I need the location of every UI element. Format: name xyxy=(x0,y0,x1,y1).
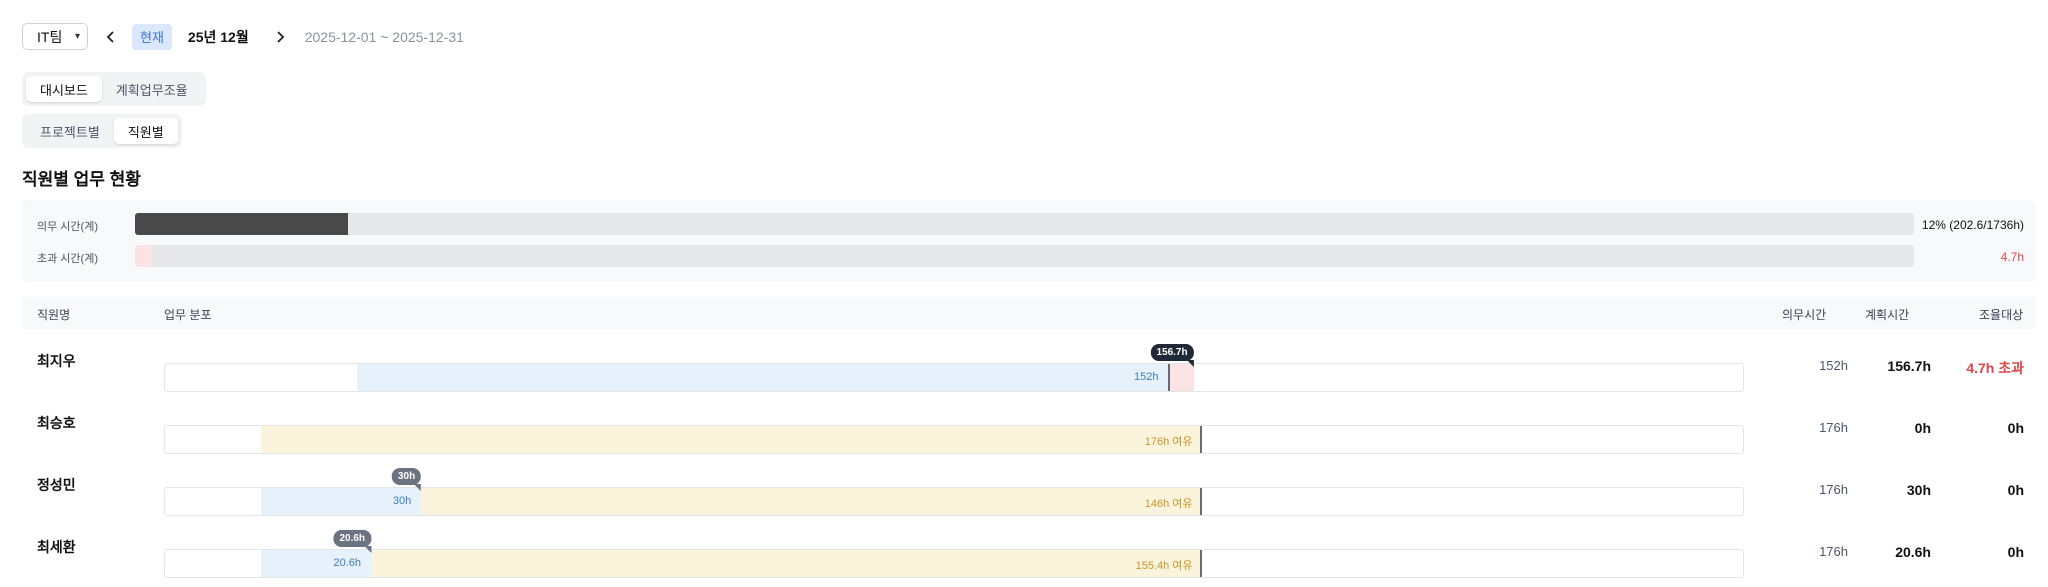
chevron-right-icon xyxy=(277,30,284,43)
workload-bar: 20.6h 155.4h 여유 20.6h xyxy=(164,530,1744,578)
primary-tabs: 대시보드 계획업무조율 xyxy=(22,72,206,106)
employee-name: 정성민 xyxy=(37,477,76,493)
adjust-target: 0h xyxy=(2007,544,2024,560)
workload-bar: 152h 156.7h xyxy=(164,344,1744,392)
adjust-target: 0h xyxy=(2007,482,2024,498)
planned-hours: 156.7h xyxy=(1887,358,1931,374)
duty-hours: 176h xyxy=(1819,544,1848,559)
duty-hours: 176h xyxy=(1819,420,1848,435)
table-header: 직원명 업무 분포 의무시간 계획시간 조율대상 xyxy=(22,297,2036,329)
duty-total-value: 12% (202.6/1736h) xyxy=(1921,218,2024,232)
slack-segment xyxy=(421,488,1201,515)
team-select-value: IT팀 xyxy=(37,28,63,45)
over-total-label: 초과 시간(계) xyxy=(37,253,98,265)
summary-panel: 의무 시간(계) 12% (202.6/1736h) 초과 시간(계) 4.7h xyxy=(22,200,2036,282)
table-row[interactable]: 최지우 152h 156.7h 152h 156.7h 4.7h 초과 xyxy=(22,338,2036,400)
chevron-down-icon: ▾ xyxy=(74,31,80,42)
planned-hours-bubble: 30h xyxy=(391,468,422,491)
planned-hours: 20.6h xyxy=(1895,544,1931,560)
header-distribution: 업무 분포 xyxy=(164,308,212,322)
date-range-label: 2025-12-01 ~ 2025-12-31 xyxy=(304,28,464,45)
tab-plan-adjust[interactable]: 계획업무조율 xyxy=(102,76,202,102)
duty-hours: 176h xyxy=(1819,482,1848,497)
employee-name: 최세환 xyxy=(37,539,76,555)
planned-hours-bubble: 156.7h xyxy=(1150,344,1194,367)
header-duty: 의무시간 xyxy=(1782,308,1827,322)
adjust-target: 0h xyxy=(2007,420,2024,436)
slack-segment xyxy=(371,550,1201,577)
header-plan: 계획시간 xyxy=(1865,308,1910,322)
slack-hours-label: 146h 여유 xyxy=(1144,498,1193,510)
planned-hours-label: 20.6h xyxy=(333,557,362,569)
duty-limit-marker xyxy=(1199,550,1202,577)
duty-hours: 152h xyxy=(1819,358,1848,373)
duty-total-fill xyxy=(135,213,349,235)
adjust-target: 4.7h 초과 xyxy=(1966,360,2024,376)
over-total-fill xyxy=(135,245,153,267)
today-button[interactable]: 현재 xyxy=(132,23,172,50)
planned-hours-label: 30h xyxy=(392,495,412,507)
duty-limit-marker xyxy=(1199,426,1202,453)
table-row[interactable]: 최세환 20.6h 155.4h 여유 20.6h 176h 20.6h 0h xyxy=(22,524,2036,586)
tab-by-employee[interactable]: 직원별 xyxy=(113,118,178,144)
prev-month-button[interactable] xyxy=(100,23,122,50)
workload-bar: 30h 146h 여유 30h xyxy=(164,468,1744,516)
table-row[interactable]: 최승호 176h 여유 176h 0h 0h xyxy=(22,400,2036,462)
employee-name: 최지우 xyxy=(37,353,76,369)
next-month-button[interactable] xyxy=(269,23,291,50)
duty-limit-marker xyxy=(1199,488,1202,515)
over-total-bar xyxy=(135,245,1914,267)
planned-hours: 30h xyxy=(1906,482,1931,498)
team-select[interactable]: IT팀 ▾ xyxy=(22,23,88,50)
planned-segment xyxy=(357,364,1169,391)
planned-hours-label: 152h xyxy=(1134,371,1159,383)
planned-hours: 0h xyxy=(1914,420,1931,436)
slack-segment xyxy=(261,426,1201,453)
secondary-tabs: 프로젝트별 직원별 xyxy=(22,114,182,148)
month-label: 25년 12월 xyxy=(187,28,249,45)
header-name: 직원명 xyxy=(37,308,71,322)
chevron-left-icon xyxy=(106,30,114,43)
tab-by-project[interactable]: 프로젝트별 xyxy=(26,118,114,144)
duty-limit-marker xyxy=(1167,364,1170,391)
overtime-segment xyxy=(1168,364,1194,391)
employee-name: 최승호 xyxy=(37,415,76,431)
header-adjust: 조율대상 xyxy=(1979,308,2024,322)
duty-total-bar xyxy=(135,213,1914,235)
slack-hours-label: 176h 여유 xyxy=(1144,436,1193,448)
duty-total-label: 의무 시간(계) xyxy=(37,221,98,233)
over-total-value: 4.7h xyxy=(2000,250,2024,264)
table-row[interactable]: 정성민 30h 146h 여유 30h 176h 30h 0h xyxy=(22,462,2036,524)
workload-bar: 176h 여유 xyxy=(164,425,1744,454)
section-title: 직원별 업무 현황 xyxy=(22,170,141,189)
toolbar: IT팀 ▾ 현재 25년 12월 2025-12-01 ~ 2025-12-31 xyxy=(22,23,464,50)
planned-hours-bubble: 20.6h xyxy=(333,530,372,553)
tab-dashboard[interactable]: 대시보드 xyxy=(26,76,102,102)
slack-hours-label: 155.4h 여유 xyxy=(1135,560,1193,572)
